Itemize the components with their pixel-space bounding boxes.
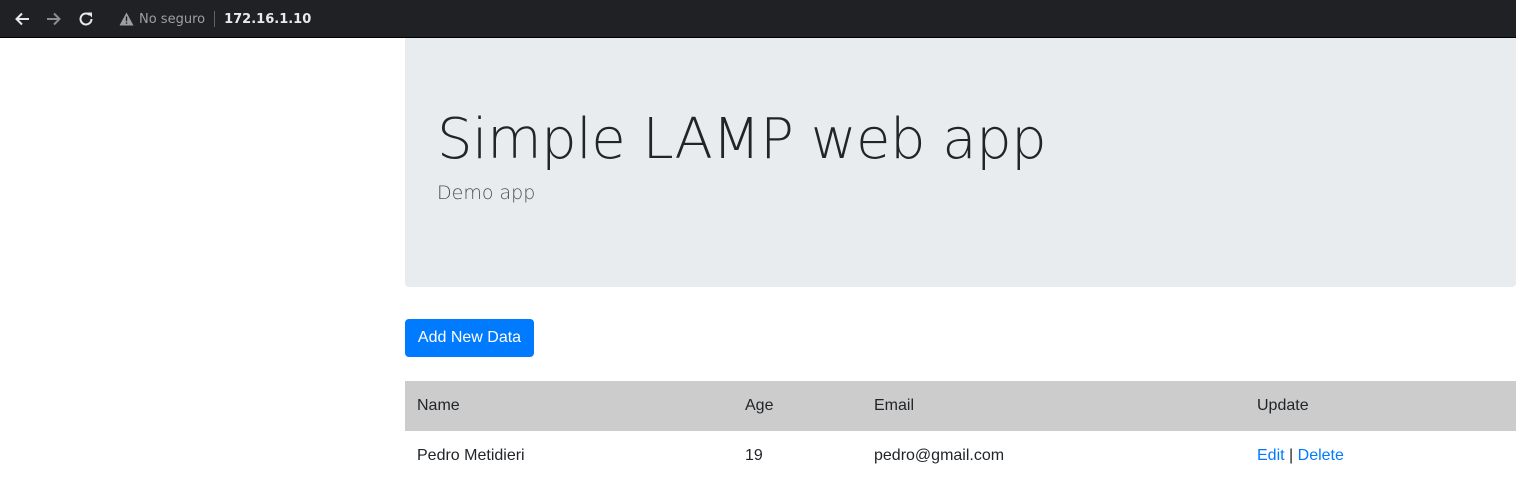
- edit-link[interactable]: Edit: [1257, 447, 1285, 464]
- action-separator: |: [1289, 446, 1294, 464]
- reload-icon[interactable]: [74, 7, 98, 31]
- cell-update-actions: Edit | Delete: [1245, 431, 1516, 480]
- cell-name: Pedro Metidieri: [417, 446, 525, 464]
- back-arrow-icon[interactable]: [10, 7, 34, 31]
- column-header-name: Name: [405, 381, 733, 431]
- address-separator: [214, 11, 216, 27]
- page-title: Simple LAMP web app: [437, 107, 1047, 172]
- column-header-age: Age: [733, 381, 862, 431]
- delete-link[interactable]: Delete: [1298, 447, 1344, 464]
- warning-icon[interactable]: [118, 11, 134, 27]
- forward-arrow-icon[interactable]: [42, 7, 66, 31]
- data-table: Name Age Email Update Pedro Metidieri 19…: [405, 381, 1516, 480]
- table-row: Pedro Metidieri 19 pedro@gmail.com Edit …: [405, 431, 1516, 480]
- column-header-email: Email: [862, 381, 1245, 431]
- cell-email: pedro@gmail.com: [874, 446, 1005, 464]
- column-header-update: Update: [1245, 381, 1516, 431]
- address-bar[interactable]: No seguro 172.16.1.10: [108, 4, 1516, 34]
- jumbotron: Simple LAMP web app Demo app: [405, 38, 1516, 287]
- table-header-row: Name Age Email Update: [405, 381, 1516, 431]
- page-subtitle: Demo app: [437, 182, 536, 204]
- not-secure-label[interactable]: No seguro: [139, 12, 205, 27]
- cell-age: 19: [745, 446, 763, 464]
- browser-toolbar: No seguro 172.16.1.10: [0, 0, 1516, 38]
- add-new-data-button[interactable]: Add New Data: [405, 319, 534, 357]
- url-text[interactable]: 172.16.1.10: [224, 12, 311, 27]
